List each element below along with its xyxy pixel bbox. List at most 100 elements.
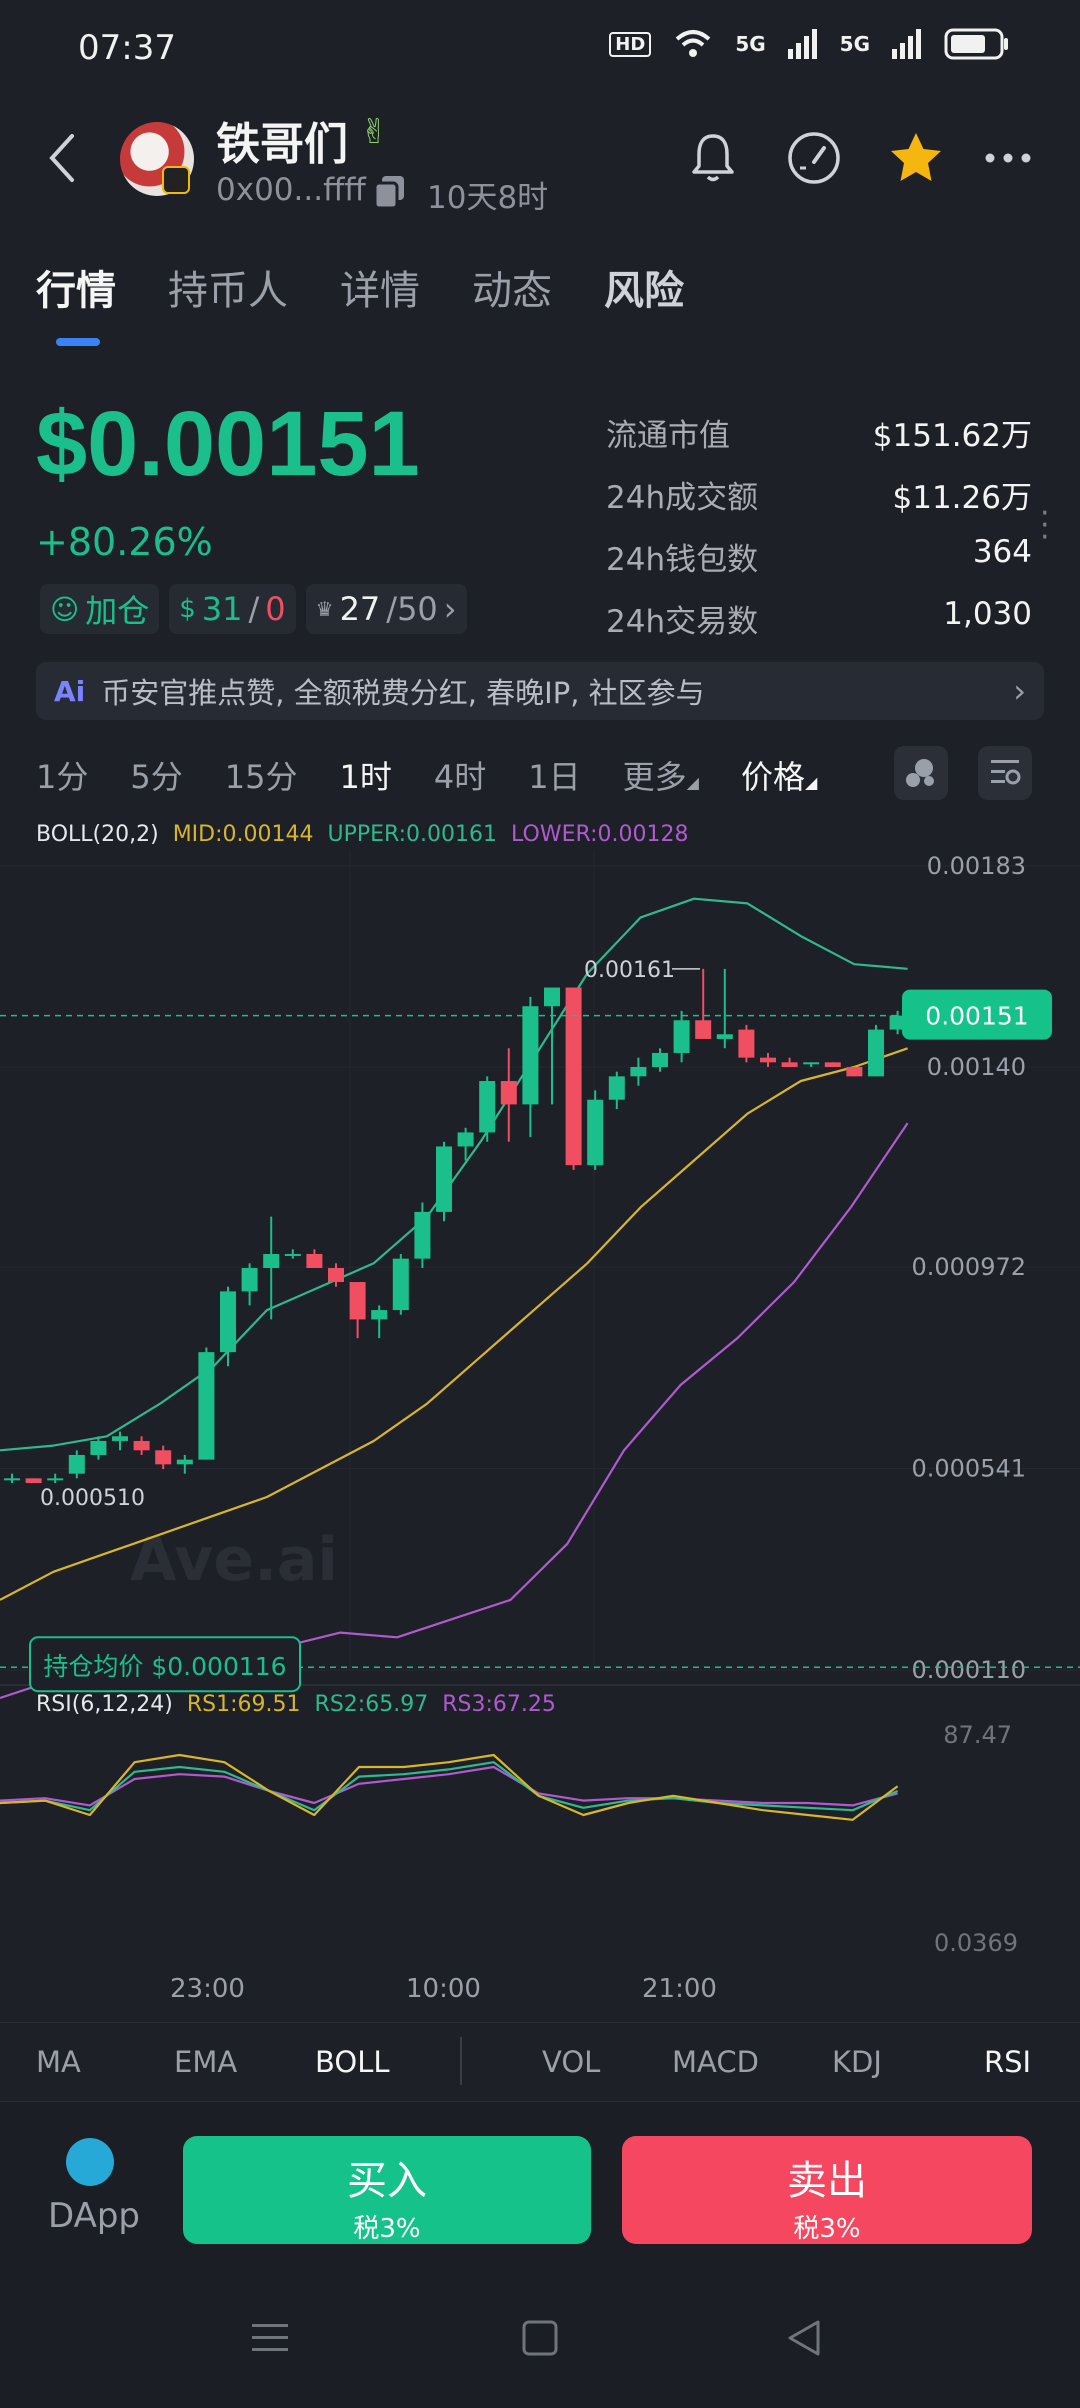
price-chart[interactable]: Ave.ai 0.001830.001400.0009720.0005410.0… (0, 850, 1080, 1970)
vertical-more-icon[interactable]: · · · (1040, 499, 1050, 553)
price-change: +80.26% (36, 520, 213, 564)
chevron-right-icon: › (1013, 672, 1026, 710)
tf-4h[interactable]: 4时 (434, 752, 486, 798)
tab-details[interactable]: 详情 (340, 258, 420, 316)
rsi-rs1: RS1:69.51 (186, 1692, 301, 1717)
stat-label: 流通市值 (606, 418, 730, 454)
ai-banner[interactable]: Ai 币安官推点赞, 全额税费分红, 春晚IP, 社区参与 › (36, 662, 1044, 720)
rsi-name: RSI(6,12,24) (36, 1692, 173, 1717)
time-tick: 23:00 (170, 1974, 245, 2004)
more-icon[interactable] (978, 128, 1038, 188)
add-position-label: 加仓 (85, 592, 150, 630)
stat-label: 24h成交额 (606, 480, 759, 516)
candle-body (112, 1436, 128, 1441)
chip-row: ☺ 加仓 $ 31/0 ♛ 27/50 › (40, 584, 467, 634)
bubble-icon (906, 759, 934, 787)
bell-icon[interactable] (683, 128, 743, 188)
tab-risk[interactable]: 风险 (604, 258, 684, 316)
triangle-icon: ◢ (804, 773, 818, 792)
star-icon[interactable] (886, 128, 946, 188)
banner-text: 币安官推点赞, 全额税费分红, 春晚IP, 社区参与 (101, 676, 705, 710)
menu-nav-icon[interactable] (250, 2318, 290, 2358)
candle-body (155, 1450, 172, 1465)
candle-body (176, 1459, 193, 1465)
candle-body (25, 1478, 42, 1484)
pancake-icon[interactable] (66, 2138, 114, 2186)
boll-mid-line (0, 1047, 908, 1601)
battery-icon (944, 28, 1008, 60)
candle-body (781, 1062, 798, 1067)
candle-body (220, 1291, 236, 1353)
boll-mid: MID:0.00144 (172, 822, 314, 847)
stat-value: $11.26万 (892, 480, 1032, 516)
dapp-label[interactable]: DApp (48, 2196, 140, 2236)
tab-market[interactable]: 行情 (36, 258, 116, 316)
hd-icon: HD (609, 31, 652, 57)
stat-value: 1,030 (943, 596, 1032, 632)
candle-body (392, 1258, 409, 1311)
triangle-icon: ◢ (686, 773, 699, 792)
ind-rsi[interactable]: RSI (984, 2045, 1031, 2079)
candle-body (436, 1146, 452, 1212)
home-nav-icon[interactable] (520, 2318, 560, 2358)
tf-1d[interactable]: 1日 (528, 752, 580, 798)
top-holders-chip[interactable]: ♛ 27/50 › (305, 584, 467, 634)
rsi-tick: 87.47 (943, 1721, 1012, 1749)
candle-body (565, 987, 582, 1166)
top-total: /50 (386, 590, 438, 628)
ind-vol[interactable]: VOL (542, 2045, 600, 2079)
candle-body (263, 1253, 280, 1268)
boll-upper-line (0, 897, 908, 1452)
candle-body (349, 1282, 366, 1320)
ind-macd[interactable]: MACD (672, 2045, 759, 2079)
back-nav-icon[interactable] (784, 2318, 824, 2358)
chef-icon: ☺ (50, 592, 80, 626)
token-address: 0x00...ffff (216, 172, 366, 208)
tf-15m[interactable]: 15分 (225, 752, 298, 798)
back-icon[interactable] (44, 130, 80, 186)
add-position-chip[interactable]: ☺ 加仓 (40, 584, 160, 634)
ind-ma[interactable]: MA (36, 2045, 81, 2079)
candle-body (846, 1067, 863, 1077)
sell-button[interactable]: 卖出 税3% (622, 2136, 1032, 2244)
candle-body (608, 1076, 625, 1100)
ind-ema[interactable]: EMA (174, 2045, 237, 2079)
tab-holders[interactable]: 持币人 (168, 258, 288, 316)
stats-panel: 流通市值 $151.62万 24h成交额 $11.26万 24h钱包数 364 24h… (606, 410, 1032, 658)
money-bag-icon: $ (179, 594, 196, 624)
bubble-map-button[interactable] (894, 746, 948, 800)
candle-body (68, 1454, 85, 1474)
holders-sep: / (248, 590, 260, 628)
holders-count-b: 0 (265, 590, 286, 628)
y-axis-tick: 0.00140 (927, 1053, 1026, 1081)
top-count: 27 (339, 590, 381, 628)
smart-money-chip[interactable]: $ 31/0 (169, 584, 296, 634)
ind-divider (460, 2037, 462, 2085)
buy-button[interactable]: 买入 税3% (183, 2136, 591, 2244)
stat-label: 24h交易数 (606, 604, 759, 640)
stat-value: $151.62万 (872, 418, 1032, 454)
candle-body (306, 1253, 323, 1268)
y-axis-tick: 0.000541 (911, 1455, 1026, 1483)
ind-boll[interactable]: BOLL (315, 2045, 390, 2079)
ind-kdj[interactable]: KDJ (832, 2045, 882, 2079)
tab-bar: 行情 持币人 详情 动态 风险 (36, 258, 684, 316)
tf-more[interactable]: 更多◢ (623, 752, 699, 798)
candle-body (652, 1052, 668, 1067)
tab-activity[interactable]: 动态 (472, 258, 552, 316)
candle-body (738, 1029, 755, 1058)
chart-settings-button[interactable] (978, 746, 1032, 800)
y-axis-tick: 0.000110 (911, 1656, 1026, 1684)
candle-body (673, 1020, 690, 1053)
tf-price[interactable]: 价格◢ (741, 752, 817, 798)
wifi-icon (675, 30, 711, 57)
copy-icon[interactable] (372, 174, 408, 210)
speedometer-icon[interactable] (784, 128, 844, 188)
tf-5m[interactable]: 5分 (130, 752, 182, 798)
boll-lower-line (0, 1122, 909, 1700)
candle-body (760, 1057, 776, 1063)
rsi-lines (0, 1753, 899, 1821)
tf-1h[interactable]: 1时 (339, 752, 391, 798)
stat-row: 24h钱包数 364 (606, 534, 1032, 596)
tf-1m[interactable]: 1分 (36, 752, 88, 798)
